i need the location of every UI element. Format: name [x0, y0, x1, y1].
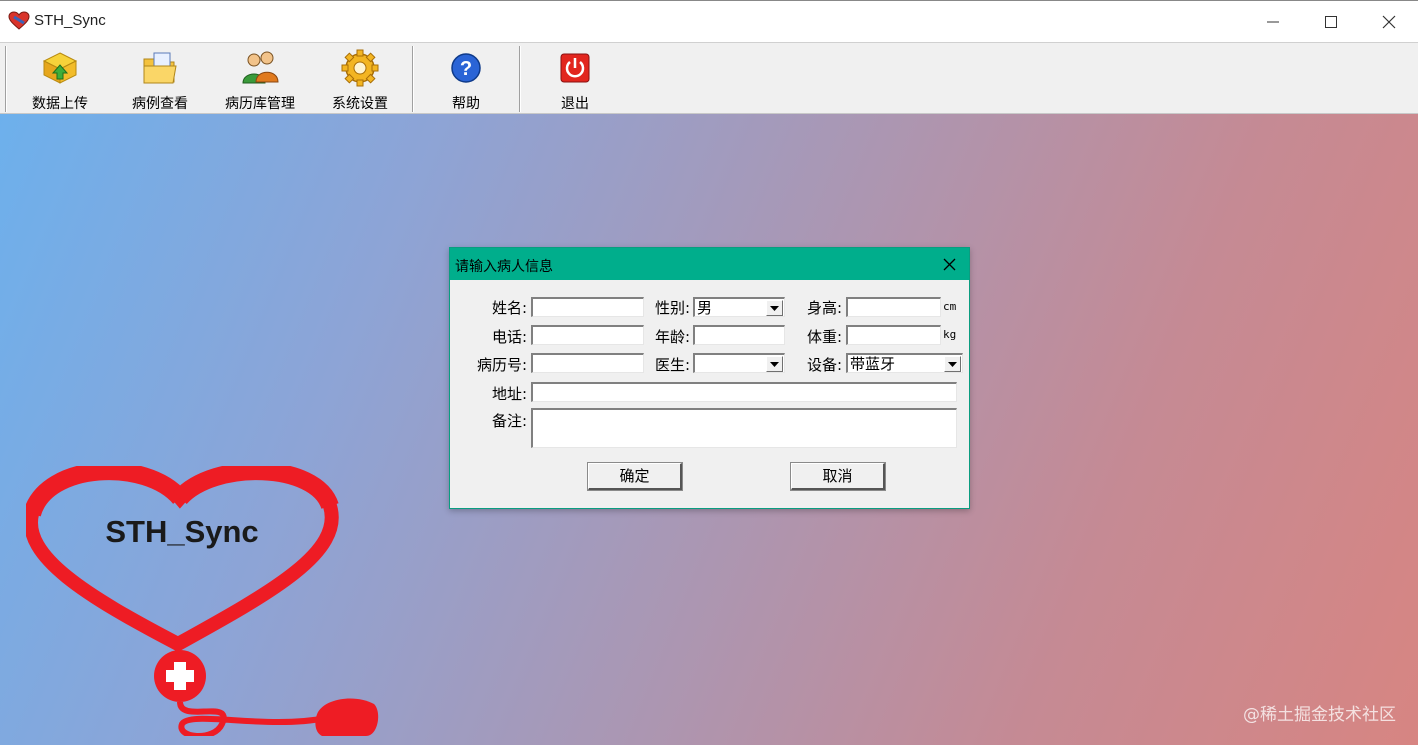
- dialog-title-bar: 请输入病人信息: [450, 248, 969, 280]
- chevron-down-icon: [770, 305, 779, 311]
- toolbar-label: 数据上传: [32, 96, 88, 112]
- name-input[interactable]: [531, 297, 644, 317]
- gender-select[interactable]: 男: [693, 297, 785, 317]
- title-bar: STH_Sync: [0, 0, 1418, 42]
- toolbar-label: 系统设置: [332, 96, 388, 112]
- age-input[interactable]: [693, 325, 785, 345]
- age-label: 年龄:: [654, 328, 690, 346]
- record-number-input[interactable]: [531, 353, 644, 373]
- toolbar: 数据上传 病例查看 病历库管理 系统设置 ? 帮助 退出: [0, 42, 1418, 114]
- dialog-title: 请输入病人信息: [455, 259, 553, 275]
- height-unit: cm: [943, 300, 957, 313]
- device-select[interactable]: 带蓝牙: [846, 353, 963, 373]
- watermark: @稀土掘金技术社区: [1243, 705, 1396, 725]
- toolbar-label: 帮助: [452, 96, 480, 112]
- patient-info-dialog: 请输入病人信息 姓名: 性别: 男 身高: cm 电话: 年龄: 体重: kg …: [449, 247, 970, 509]
- toolbar-label: 病例查看: [132, 96, 188, 112]
- users-icon: [242, 51, 279, 84]
- toolbar-button-help[interactable]: ? 帮助: [416, 47, 516, 112]
- address-input[interactable]: [531, 382, 957, 402]
- close-window-button[interactable]: [1360, 1, 1418, 43]
- dropdown-button[interactable]: [766, 356, 783, 372]
- upload-icon: [42, 52, 78, 84]
- minimize-icon: [1267, 21, 1279, 23]
- cancel-button[interactable]: 取消: [790, 462, 886, 491]
- gear-icon: [341, 49, 379, 87]
- minimize-button[interactable]: [1244, 1, 1302, 43]
- sth-sync-logo: STH_Sync: [26, 466, 379, 736]
- device-value: 带蓝牙: [850, 355, 896, 373]
- device-label: 设备:: [806, 356, 842, 374]
- weight-input[interactable]: [846, 325, 941, 345]
- toolbar-button-records[interactable]: 病历库管理: [210, 47, 310, 112]
- toolbar-button-settings[interactable]: 系统设置: [310, 47, 410, 112]
- toolbar-button-view-cases[interactable]: 病例查看: [110, 47, 210, 112]
- app-heart-icon: [8, 11, 30, 31]
- record-number-label: 病历号:: [476, 356, 527, 374]
- toolbar-button-exit[interactable]: 退出: [525, 47, 625, 112]
- dropdown-button[interactable]: [944, 356, 961, 372]
- svg-text:?: ?: [460, 58, 472, 80]
- notes-textarea[interactable]: [531, 408, 957, 448]
- doctor-select[interactable]: [693, 353, 785, 373]
- dropdown-button[interactable]: [766, 300, 783, 316]
- window-title: STH_Sync: [34, 12, 106, 29]
- close-icon: [1382, 15, 1396, 29]
- notes-label: 备注:: [491, 412, 527, 430]
- doctor-label: 医生:: [654, 356, 690, 374]
- power-icon: [560, 53, 590, 83]
- gender-label: 性别:: [654, 299, 690, 317]
- gender-value: 男: [697, 299, 713, 317]
- weight-unit: kg: [943, 328, 957, 341]
- toolbar-label: 退出: [561, 96, 589, 112]
- close-icon: [943, 258, 955, 270]
- ok-button[interactable]: 确定: [587, 462, 683, 491]
- toolbar-label: 病历库管理: [225, 96, 295, 112]
- toolbar-separator: [5, 46, 7, 112]
- folder-icon: [143, 52, 177, 84]
- toolbar-button-upload[interactable]: 数据上传: [10, 47, 110, 112]
- toolbar-separator: [519, 46, 521, 112]
- maximize-button[interactable]: [1302, 1, 1360, 43]
- maximize-icon: [1325, 16, 1337, 28]
- height-input[interactable]: [846, 297, 941, 317]
- help-icon: ?: [451, 53, 481, 83]
- height-label: 身高:: [806, 299, 842, 317]
- name-label: 姓名:: [491, 299, 527, 317]
- weight-label: 体重:: [806, 328, 842, 346]
- chevron-down-icon: [770, 361, 779, 367]
- toolbar-separator: [412, 46, 414, 112]
- logo-text: STH_Sync: [105, 514, 258, 549]
- phone-input[interactable]: [531, 325, 644, 345]
- phone-label: 电话:: [491, 328, 527, 346]
- chevron-down-icon: [948, 361, 957, 367]
- dialog-close-button[interactable]: [937, 252, 961, 276]
- address-label: 地址:: [491, 385, 527, 403]
